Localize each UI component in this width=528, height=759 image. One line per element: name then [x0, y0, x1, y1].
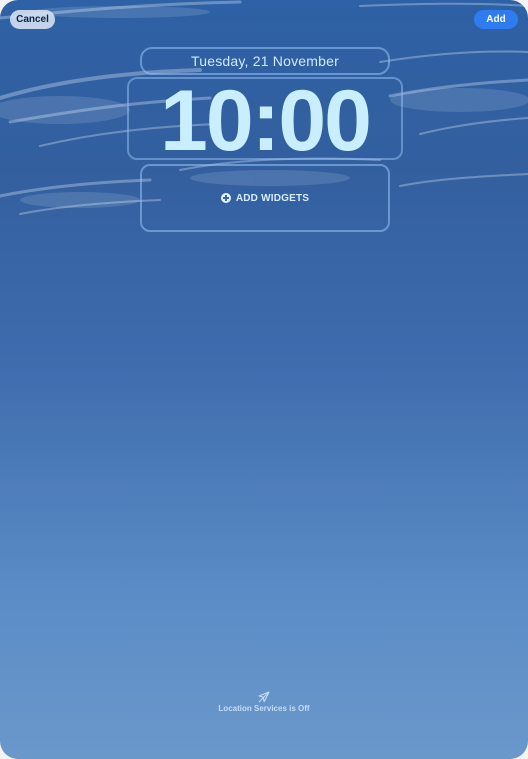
add-widgets-label: ADD WIDGETS [235, 192, 310, 204]
clock-widget[interactable]: 10:00 [127, 77, 403, 164]
add-button[interactable]: Add [474, 10, 518, 29]
location-status: Location Services is Off [218, 704, 310, 713]
add-widgets-area[interactable]: ADD WIDGETS [140, 164, 390, 232]
location-arrow-icon [258, 691, 270, 703]
cancel-button[interactable]: Cancel [10, 10, 55, 29]
date-widget[interactable]: Tuesday, 21 November [140, 47, 390, 75]
date-label: Tuesday, 21 November [191, 53, 339, 69]
lock-screen-editor: Cancel Add Tuesday, 21 November 10:00 AD… [0, 0, 528, 759]
plus-circle-icon [220, 193, 231, 203]
clock-time: 10:00 [160, 72, 372, 169]
